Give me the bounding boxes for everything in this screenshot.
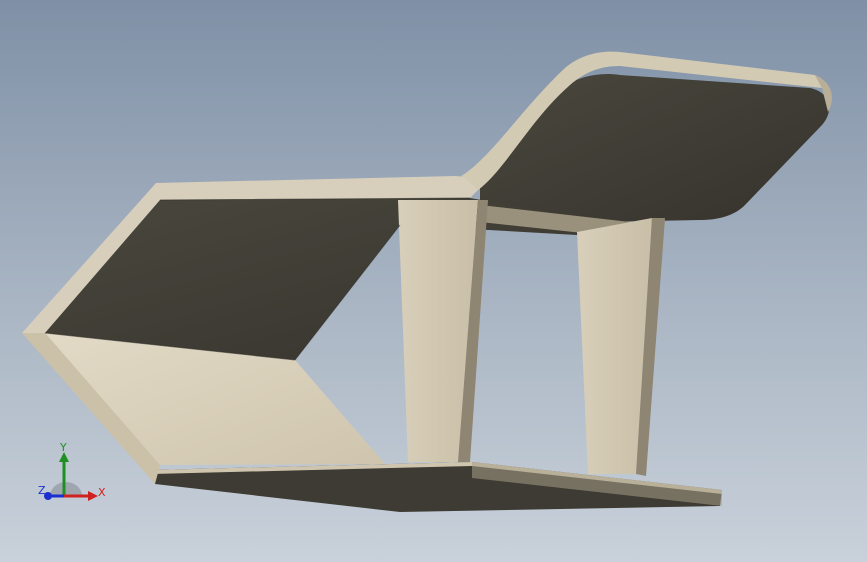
x-axis-arrow	[88, 491, 98, 501]
z-axis-label: Z	[38, 484, 46, 497]
coordinate-triad[interactable]: Y X Z	[36, 440, 111, 510]
triad-base-disc	[50, 482, 82, 496]
model-3d-view[interactable]	[0, 0, 867, 562]
headrest-underside	[480, 74, 830, 222]
graphics-viewport[interactable]: Y X Z	[0, 0, 867, 562]
y-axis-label: Y	[60, 441, 67, 454]
triad-graphic	[44, 452, 98, 501]
x-axis-label: X	[98, 486, 106, 499]
